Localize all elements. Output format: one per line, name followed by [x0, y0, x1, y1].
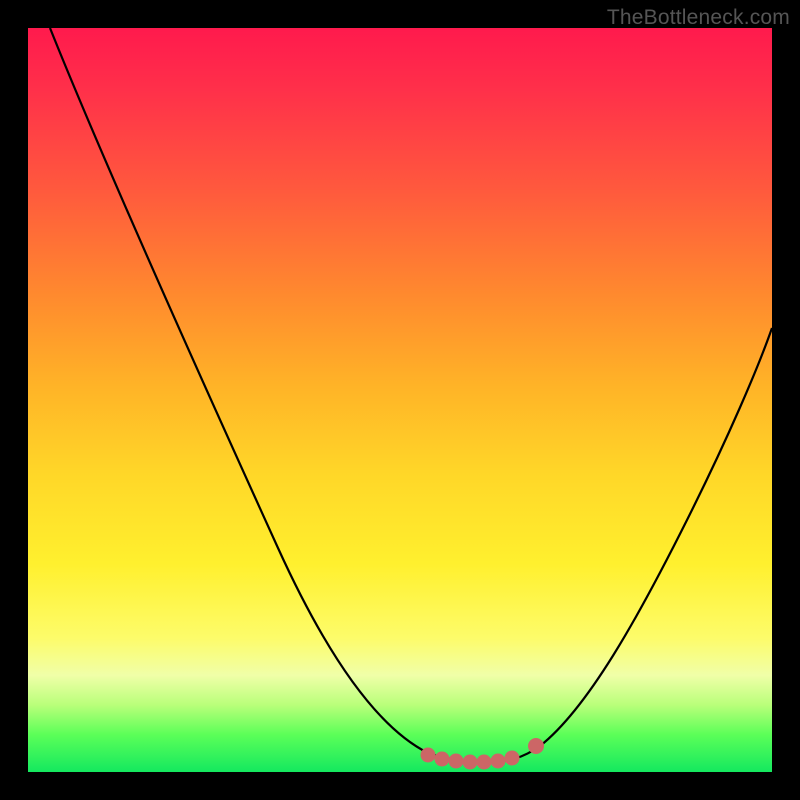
chart-frame: TheBottleneck.com [0, 0, 800, 800]
curve-path [50, 28, 772, 762]
plot-area [28, 28, 772, 772]
bottleneck-curve [28, 28, 772, 772]
watermark-text: TheBottleneck.com [607, 6, 790, 30]
